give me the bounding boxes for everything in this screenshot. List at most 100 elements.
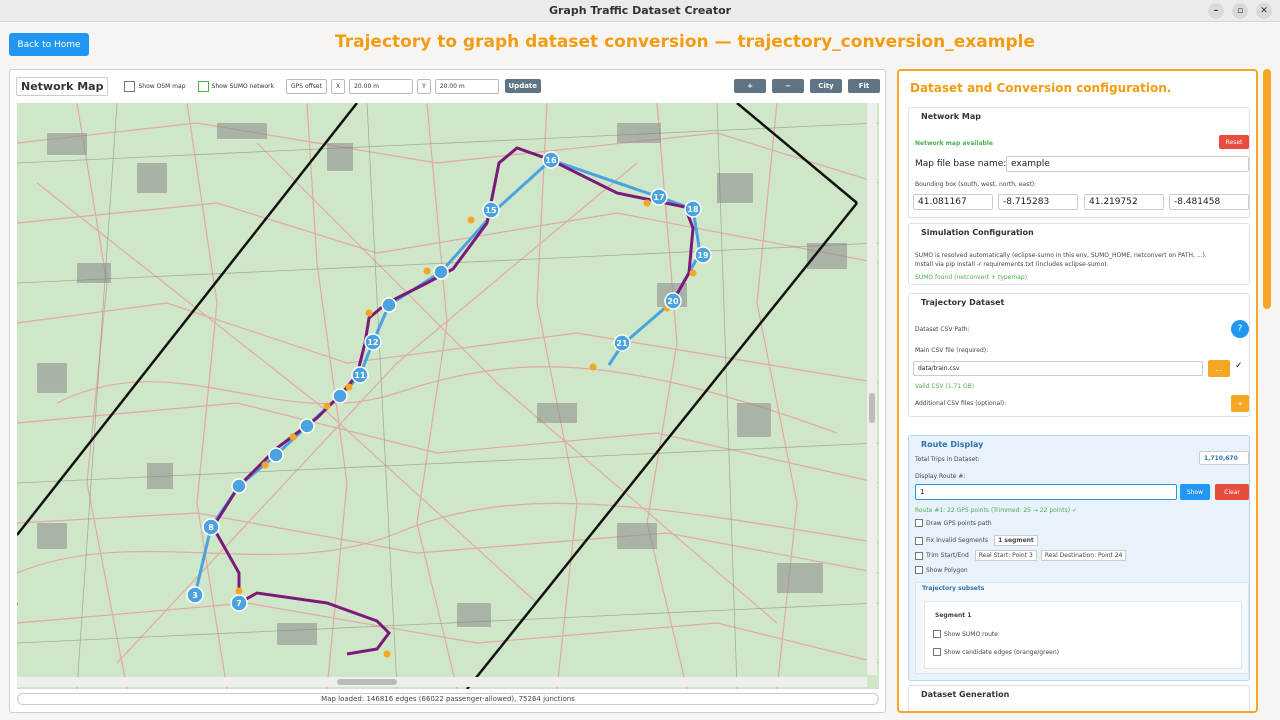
csv-valid-status: Valid CSV (1.71 GB): [915, 383, 975, 390]
fix-count-badge: 1 segment: [994, 535, 1038, 546]
zoom-out-button[interactable]: −: [772, 79, 804, 93]
map-toolbar: Network Map Show OSM map Show SUMO netwo…: [16, 74, 880, 98]
update-button[interactable]: Update: [504, 79, 541, 93]
route-display-section: Route Display Total Trips in Dataset: 1,…: [908, 435, 1250, 681]
config-scrollbar[interactable]: [1263, 69, 1271, 309]
gps-point-11[interactable]: 11: [351, 366, 369, 384]
gps-point-17[interactable]: 17: [650, 188, 668, 206]
real-start-badge: Real Start: Point 3: [974, 550, 1037, 561]
total-trips-value: 1,710,670: [1199, 451, 1249, 465]
gps-point-19[interactable]: 19: [694, 246, 712, 264]
point-label: 18: [687, 205, 699, 214]
close-button[interactable]: ✕: [1256, 3, 1272, 19]
gps-point-20[interactable]: 20: [664, 292, 682, 310]
checkbox-icon: [197, 80, 209, 92]
map-drawing: 3 7 8 11 12 15 16 17 18 19 20 21: [17, 103, 879, 689]
show-candidate-edges-option[interactable]: Show candidate edges (orange/green): [933, 648, 1059, 656]
point-label: 16: [545, 156, 557, 165]
checkbox-icon: [933, 630, 941, 638]
bbox-west-input[interactable]: -8.715283: [998, 194, 1078, 210]
reset-button[interactable]: Reset: [1219, 135, 1249, 149]
back-to-home-button[interactable]: Back to Home: [9, 33, 89, 56]
gps-point-16[interactable]: 16: [542, 151, 560, 169]
city-button[interactable]: City: [810, 79, 842, 93]
point-label: 7: [236, 599, 242, 608]
fix-segments-option[interactable]: Fix Invalid Segments 1 segment: [915, 535, 1038, 546]
fit-button[interactable]: Fit: [848, 79, 880, 93]
check-icon: ✓: [1235, 361, 1243, 371]
zoom-in-button[interactable]: +: [734, 79, 766, 93]
simulation-section: Simulation Configuration SUMO is resolve…: [908, 223, 1250, 285]
gps-point-7[interactable]: 7: [230, 594, 248, 612]
show-sumo-checkbox[interactable]: Show SUMO network: [197, 80, 274, 92]
option-label: Show SUMO route: [944, 630, 998, 638]
gps-point-8[interactable]: 8: [202, 518, 220, 536]
route-info-status: Route #1: 22 GPS points (Trimmed: 25 → 2…: [915, 507, 1078, 514]
point-label: 11: [354, 371, 366, 380]
section-heading: Network Map: [921, 112, 981, 121]
gps-point-12[interactable]: 12: [364, 333, 382, 351]
route-number-input[interactable]: 1: [915, 484, 1177, 500]
dataset-generation-section: Dataset Generation: [908, 685, 1250, 711]
show-osm-checkbox[interactable]: Show OSM map: [124, 80, 186, 92]
show-sumo-label: Show SUMO network: [211, 82, 274, 90]
checkbox-icon: [933, 648, 941, 656]
checkbox-icon: [915, 566, 923, 574]
offset-y-input[interactable]: 20.00 m: [434, 78, 499, 94]
show-sumo-route-option[interactable]: Show SUMO route: [933, 630, 998, 638]
bbox-south-input[interactable]: 41.081167: [913, 194, 993, 210]
point-label: 20: [667, 297, 679, 306]
scroll-thumb[interactable]: [869, 393, 875, 423]
map-vertical-scrollbar[interactable]: [867, 103, 877, 675]
main-csv-label: Main CSV file (required):: [915, 347, 989, 354]
help-icon[interactable]: ?: [1231, 320, 1249, 338]
real-destination-badge: Real Destination: Point 24: [1040, 550, 1127, 561]
building-layer: [37, 123, 847, 645]
add-csv-button[interactable]: +: [1231, 395, 1249, 412]
window-title: Graph Traffic Dataset Creator: [548, 4, 732, 17]
network-status: Network map available: [915, 140, 993, 147]
offset-x-input[interactable]: 20.00 m: [349, 78, 414, 94]
subsets-heading: Trajectory subsets: [922, 585, 985, 592]
point-label: 15: [485, 206, 497, 215]
config-title: Dataset and Conversion configuration.: [910, 81, 1172, 95]
section-heading: Trajectory Dataset: [921, 298, 1005, 307]
point-label: 8: [208, 523, 214, 532]
trim-option[interactable]: Trim Start/End Real Start: Point 3 Real …: [915, 550, 1127, 561]
minimize-button[interactable]: –: [1208, 3, 1224, 19]
base-name-input[interactable]: example: [1006, 156, 1249, 172]
network-map-label: Network Map: [16, 76, 109, 96]
scroll-thumb[interactable]: [337, 679, 397, 685]
option-label: Fix Invalid Segments: [926, 537, 989, 544]
offset-x-label: X: [330, 78, 346, 94]
gps-point-3[interactable]: 3: [186, 586, 204, 604]
map-horizontal-scrollbar[interactable]: [17, 677, 867, 687]
show-route-button[interactable]: Show: [1180, 484, 1210, 500]
gps-point-15[interactable]: 15: [482, 201, 500, 219]
option-label: Draw GPS points path: [926, 519, 992, 527]
option-label: Show Polygon: [926, 566, 968, 574]
draw-gps-path-option[interactable]: Draw GPS points path: [915, 519, 992, 527]
browse-button[interactable]: ...: [1208, 360, 1230, 377]
total-trips-label: Total Trips in Dataset:: [915, 456, 980, 463]
checkbox-icon: [915, 551, 923, 560]
gps-point-18[interactable]: 18: [684, 200, 702, 218]
option-label: Trim Start/End: [926, 552, 969, 559]
sumo-install-text: Install via pip install -r requirements.…: [915, 261, 1109, 268]
window-titlebar: Graph Traffic Dataset Creator – ▫ ✕: [0, 0, 1280, 22]
point-label: 21: [616, 339, 628, 348]
bbox-north-input[interactable]: 41.219752: [1084, 194, 1164, 210]
clear-route-button[interactable]: Clear: [1215, 484, 1249, 500]
sumo-info-text: SUMO is resolved automatically (eclipse-…: [915, 252, 1207, 259]
checkbox-icon: [915, 519, 923, 527]
show-polygon-option[interactable]: Show Polygon: [915, 566, 968, 574]
gps-point-21[interactable]: 21: [613, 334, 631, 352]
trajectory-section: Trajectory Dataset Dataset CSV Path: ? M…: [908, 293, 1250, 417]
maximize-button[interactable]: ▫: [1232, 3, 1248, 19]
checkbox-icon: [124, 80, 136, 92]
bbox-east-input[interactable]: -8.481458: [1169, 194, 1249, 210]
segment-title: Segment 1: [935, 612, 972, 619]
map-canvas[interactable]: 3 7 8 11 12 15 16 17 18 19 20 21: [17, 103, 879, 689]
map-panel: Network Map Show OSM map Show SUMO netwo…: [9, 69, 886, 713]
main-csv-input[interactable]: data/train.csv: [913, 361, 1203, 376]
